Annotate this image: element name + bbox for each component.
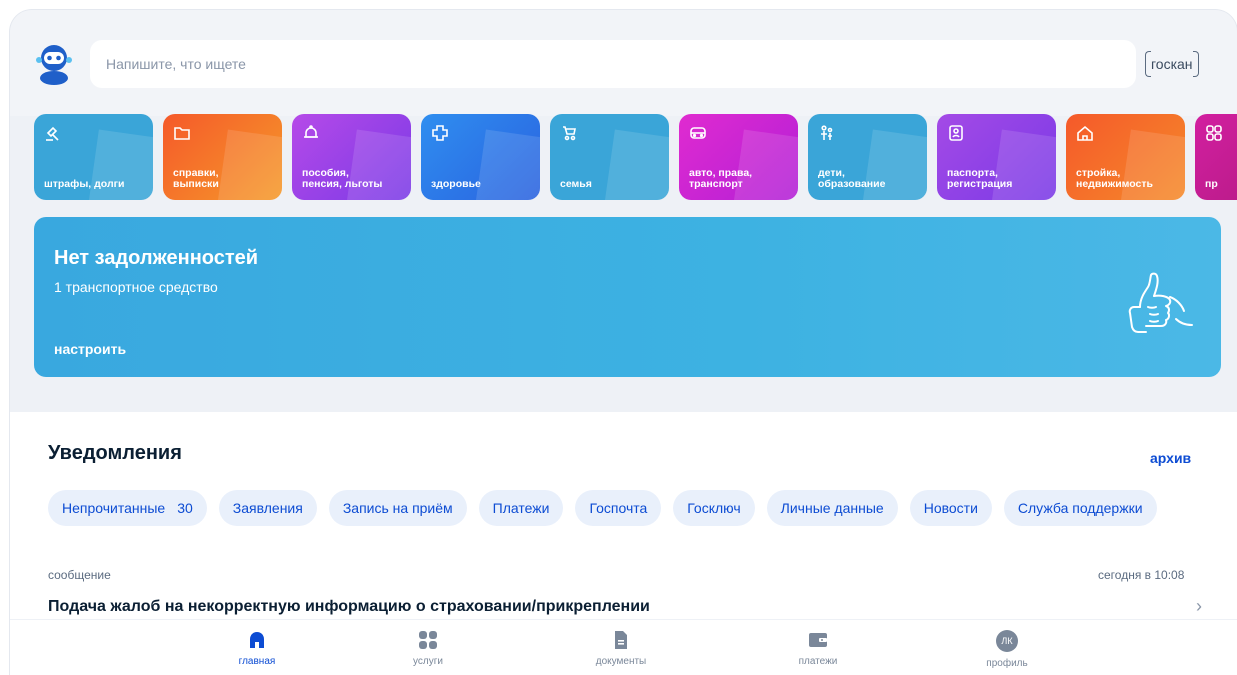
banner-subtitle: 1 транспортное средство (54, 279, 218, 295)
chip-label: Непрочитанные (62, 500, 166, 516)
category-family[interactable]: семья (550, 114, 669, 200)
category-row: штрафы, долги справки, выписки пособия, … (34, 114, 1237, 200)
category-realty[interactable]: стройка, недвижимость (1066, 114, 1185, 200)
top-bar: госкан (10, 10, 1237, 116)
stroller-icon (563, 126, 576, 141)
chip-label: Личные данные (780, 500, 884, 516)
category-passport[interactable]: паспорта, регистрация (937, 114, 1056, 200)
filter-chip-news[interactable]: Новости (909, 490, 992, 526)
filter-chip-goskey[interactable]: Госключ (673, 490, 755, 526)
nav-label: главная (238, 656, 276, 667)
category-label: паспорта, регистрация (947, 167, 1013, 190)
search-input[interactable] (90, 40, 1136, 88)
filter-chip-appointments[interactable]: Запись на приём (328, 490, 467, 526)
thumbs-up-icon (1128, 272, 1193, 333)
avatar: ЛК (996, 630, 1018, 652)
nav-label: платежи (798, 656, 838, 667)
filter-chip-applications[interactable]: Заявления (218, 490, 317, 526)
chip-label: Госключ (687, 500, 741, 516)
chevron-right-icon[interactable]: › (1196, 596, 1202, 617)
category-label: здоровье (431, 178, 481, 190)
chip-label: Платежи (492, 500, 550, 516)
gavel-icon (46, 126, 59, 141)
message-type: сообщение (48, 568, 111, 582)
home-icon (250, 632, 264, 648)
category-label: стройка, недвижимость (1076, 167, 1153, 190)
chip-label: Новости (923, 500, 978, 516)
nav-services[interactable]: услуги (383, 630, 473, 667)
filter-chip-unread[interactable]: Непрочитанные 30 (48, 490, 207, 526)
house-icon (1077, 125, 1093, 141)
category-education[interactable]: дети, образование (808, 114, 927, 200)
chip-label: Служба поддержки (1017, 500, 1143, 516)
passport-icon (949, 125, 963, 141)
category-label: справки, выписки (173, 167, 219, 190)
category-label: пр (1205, 178, 1218, 190)
nav-home[interactable]: главная (212, 630, 302, 667)
archive-link[interactable]: архив (1150, 450, 1191, 466)
category-auto[interactable]: авто, права, транспорт (679, 114, 798, 200)
chip-label: Госпочта (589, 500, 648, 516)
family-icon (821, 125, 833, 140)
nav-profile[interactable]: ЛК профиль (962, 630, 1052, 669)
nav-payments[interactable]: платежи (773, 630, 863, 667)
category-label: семья (560, 178, 592, 190)
banner-setup-link[interactable]: настроить (54, 341, 126, 357)
category-more[interactable]: пр (1195, 114, 1237, 200)
scan-bracket-right (1192, 51, 1199, 77)
notifications-heading: Уведомления (48, 442, 182, 464)
banner-title: Нет задолженностей (54, 247, 259, 269)
goskan-button[interactable]: госкан (1145, 51, 1199, 77)
medical-cross-icon (432, 125, 448, 141)
message-title[interactable]: Подача жалоб на некорректную информацию … (48, 598, 650, 616)
nav-documents[interactable]: документы (576, 630, 666, 667)
nav-label: профиль (986, 658, 1028, 669)
category-certificates[interactable]: справки, выписки (163, 114, 282, 200)
debt-banner[interactable]: Нет задолженностей 1 транспортное средст… (34, 217, 1221, 377)
unread-count: 30 (177, 500, 193, 516)
car-icon (690, 127, 706, 139)
grid-icon (1206, 125, 1222, 141)
chip-label: Заявления (232, 500, 303, 516)
bottom-nav: главная услуги документы платежи ЛК проф… (10, 619, 1237, 675)
category-label: штрафы, долги (44, 178, 125, 190)
grid-icon (419, 631, 437, 649)
category-label: авто, права, транспорт (689, 167, 753, 190)
chip-label: Запись на приём (342, 500, 453, 516)
robot-assistant-icon[interactable] (34, 40, 74, 86)
category-benefits[interactable]: пособия, пенсия, льготы (292, 114, 411, 200)
wallet-icon (809, 633, 827, 647)
notification-filters: Непрочитанные 30 Заявления Запись на при… (48, 490, 1157, 526)
app-window: госкан штрафы, долги справки, выписки по… (10, 10, 1237, 675)
category-fines[interactable]: штрафы, долги (34, 114, 153, 200)
message-time: сегодня в 10:08 (1098, 568, 1185, 582)
category-label: дети, образование (818, 167, 886, 190)
folder-icon (174, 127, 190, 140)
scan-bracket-left (1145, 51, 1151, 77)
nav-label: услуги (413, 656, 443, 667)
filter-chip-support[interactable]: Служба поддержки (1003, 490, 1157, 526)
filter-chip-payments[interactable]: Платежи (478, 490, 564, 526)
bell-icon (304, 125, 318, 138)
nav-label: документы (595, 656, 647, 667)
filter-chip-personal-data[interactable]: Личные данные (766, 490, 898, 526)
category-label: пособия, пенсия, льготы (302, 167, 383, 190)
filter-chip-gosmail[interactable]: Госпочта (575, 490, 662, 526)
category-health[interactable]: здоровье (421, 114, 540, 200)
goskan-label: госкан (1151, 56, 1193, 72)
document-icon (615, 631, 627, 649)
